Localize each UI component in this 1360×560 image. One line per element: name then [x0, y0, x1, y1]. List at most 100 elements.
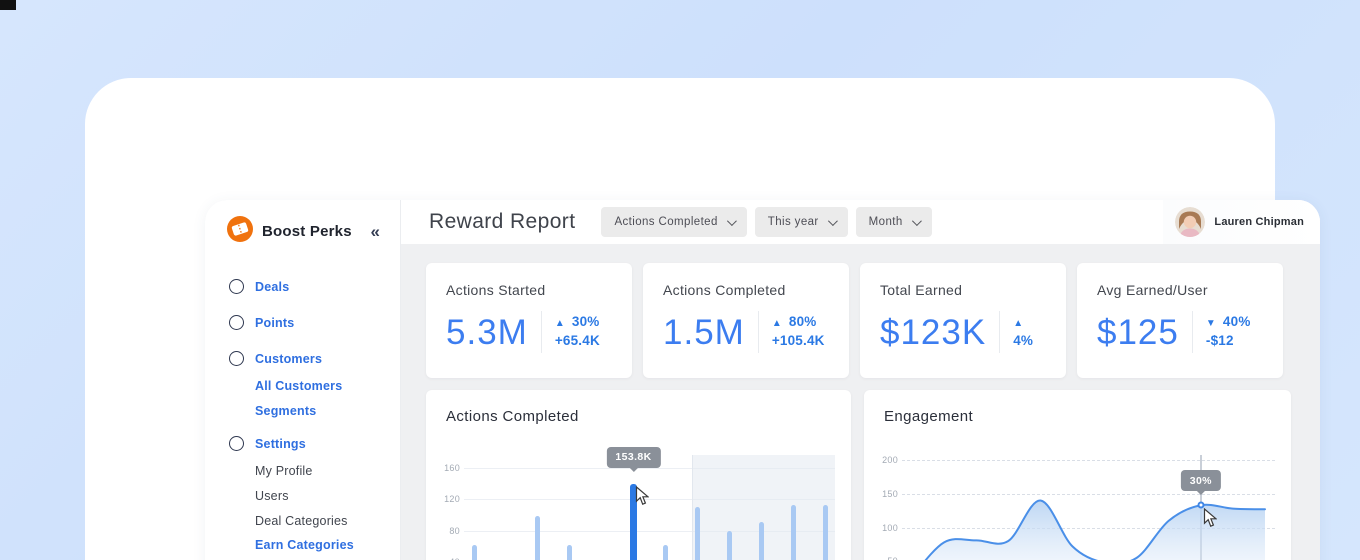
- chart-title: Engagement: [884, 408, 1275, 425]
- y-axis-label: 100: [879, 523, 898, 533]
- device-frame: Boost Perks « Deals Points Customers All Cu…: [85, 78, 1275, 560]
- sidebar-item-label: Settings: [255, 437, 306, 451]
- stat-label: Total Earned: [880, 282, 1048, 298]
- stat-delta: ▼ 40%-$12: [1206, 313, 1251, 351]
- sidebar-item-deal-categories[interactable]: Deal Categories: [205, 508, 400, 533]
- stat-card-actions-started: Actions Started 5.3M ▲ 30%+65.4K: [426, 263, 632, 378]
- stat-body: 1.5M ▲ 80%+105.4K: [663, 311, 831, 353]
- sidebar-item-label: Customers: [255, 352, 322, 366]
- y-axis-label: 50: [879, 556, 898, 560]
- stat-divider: [758, 311, 759, 353]
- stat-body: $125 ▼ 40%-$12: [1097, 311, 1265, 353]
- filter-dropdown-this-year[interactable]: This year: [755, 207, 848, 237]
- stat-divider: [999, 311, 1000, 353]
- page-title: Reward Report: [429, 210, 575, 234]
- y-axis-label: 160: [441, 463, 460, 473]
- arrow-up-icon: ▲: [555, 318, 565, 329]
- stat-divider: [1192, 311, 1193, 353]
- bar-oct[interactable]: [535, 516, 540, 560]
- chevron-down-icon: [912, 216, 922, 226]
- sidebar-item-label: Users: [255, 489, 289, 503]
- y-axis-label: 120: [441, 494, 460, 504]
- stat-percent: ▲ 4%: [1013, 313, 1048, 351]
- stat-value: 5.3M: [446, 315, 528, 350]
- stat-card-total-earned: Total Earned $123K ▲ 4%: [860, 263, 1066, 378]
- sidebar-item-label: Earn Categories: [255, 538, 354, 552]
- stat-change: +105.4K: [772, 332, 825, 351]
- filter-dropdown-actions-completed[interactable]: Actions Completed: [601, 207, 746, 237]
- stat-percent: ▲ 80%: [772, 313, 825, 332]
- stat-delta: ▲ 4%: [1013, 313, 1048, 351]
- ticket-icon: [227, 216, 253, 247]
- bar-mar[interactable]: [695, 507, 700, 560]
- y-axis-label: 80: [441, 526, 460, 536]
- filter-dropdown-month[interactable]: Month: [856, 207, 932, 237]
- sidebar-item-earn-categories[interactable]: Earn Categories: [205, 533, 400, 558]
- stat-percent: ▲ 30%: [555, 313, 600, 332]
- sidebar-nav: Deals Points Customers All Customers Segment…: [205, 247, 400, 560]
- engagement-tooltip: 30%: [1181, 470, 1221, 491]
- sidebar-item-label: Segments: [255, 404, 316, 418]
- circle-icon: [229, 315, 244, 330]
- bar-aug[interactable]: [472, 545, 477, 560]
- bar-may[interactable]: [759, 522, 764, 560]
- screen-corner-artifact: [0, 0, 16, 10]
- main-area: Reward Report Actions Completed This year…: [401, 200, 1320, 560]
- sidebar-item-segments[interactable]: Segments: [205, 399, 400, 424]
- bar-nov[interactable]: [567, 545, 572, 560]
- bar-chart-plot: 16012080400153.8K: [464, 455, 835, 560]
- circle-icon: [229, 436, 244, 451]
- sidebar-item-label: Deal Categories: [255, 514, 348, 528]
- engagement-chart-card: Engagement 20015010050030% AugSepOctNovD…: [864, 390, 1291, 560]
- stat-label: Actions Started: [446, 282, 614, 298]
- arrow-up-icon: ▲: [772, 318, 782, 329]
- stat-card-actions-completed: Actions Completed 1.5M ▲ 80%+105.4K: [643, 263, 849, 378]
- bar-jul[interactable]: [823, 505, 828, 560]
- stat-value: $123K: [880, 315, 986, 350]
- bar-feb[interactable]: [663, 545, 668, 560]
- stat-delta: ▲ 80%+105.4K: [772, 313, 825, 351]
- stat-label: Avg Earned/User: [1097, 282, 1265, 298]
- stat-change: +65.4K: [555, 332, 600, 351]
- bar-apr[interactable]: [727, 531, 732, 560]
- stat-change: -$12: [1206, 332, 1251, 351]
- y-axis-label: 200: [879, 455, 898, 465]
- sidebar-item-label: Deals: [255, 280, 289, 294]
- stats-row: Actions Started 5.3M ▲ 30%+65.4K Actions Co…: [426, 263, 1290, 378]
- chevron-down-icon: [828, 216, 838, 226]
- filter-label: Actions Completed: [614, 216, 717, 228]
- sidebar-item-all-customers[interactable]: All Customers: [205, 374, 400, 399]
- filter-label: Month: [869, 216, 903, 228]
- sidebar-item-users[interactable]: Users: [205, 484, 400, 509]
- mouse-cursor-icon: [635, 486, 649, 511]
- bar-jun[interactable]: [791, 505, 796, 560]
- stat-percent: ▼ 40%: [1206, 313, 1251, 332]
- sidebar-item-my-profile[interactable]: My Profile: [205, 459, 400, 484]
- stat-divider: [541, 311, 542, 353]
- sidebar-item-settings[interactable]: Settings: [205, 428, 400, 459]
- sidebar-item-customers[interactable]: Customers: [205, 343, 400, 374]
- mouse-cursor-icon: [1203, 508, 1217, 533]
- brand: Boost Perks «: [205, 200, 400, 247]
- sidebar-item-label: My Profile: [255, 464, 313, 478]
- user-name: Lauren Chipman: [1214, 216, 1304, 228]
- circle-icon: [229, 279, 244, 294]
- main-header: Reward Report Actions Completed This year…: [401, 200, 1320, 244]
- stat-value: 1.5M: [663, 315, 745, 350]
- stat-value: $125: [1097, 315, 1179, 350]
- app-window: Boost Perks « Deals Points Customers All Cu…: [205, 200, 1320, 560]
- sidebar-item-deals[interactable]: Deals: [205, 271, 400, 302]
- actions-completed-chart-card: Actions Completed 16012080400153.8K AugS…: [426, 390, 851, 560]
- dashboard-content: Actions Started5.3M▲ 30%+65.4KActions Co…: [401, 244, 1320, 560]
- circle-icon: [229, 351, 244, 366]
- user-menu[interactable]: Lauren Chipman: [1163, 200, 1320, 244]
- area-chart-plot: 20015010050030%: [902, 455, 1275, 560]
- sidebar-item-label: All Customers: [255, 379, 342, 393]
- chevron-down-icon: [727, 216, 737, 226]
- y-axis-label: 150: [879, 489, 898, 499]
- sidebar-item-points[interactable]: Points: [205, 307, 400, 338]
- bar-tooltip: 153.8K: [606, 447, 660, 468]
- collapse-sidebar-button[interactable]: «: [371, 223, 384, 240]
- forecast-region: [692, 455, 835, 560]
- stat-label: Actions Completed: [663, 282, 831, 298]
